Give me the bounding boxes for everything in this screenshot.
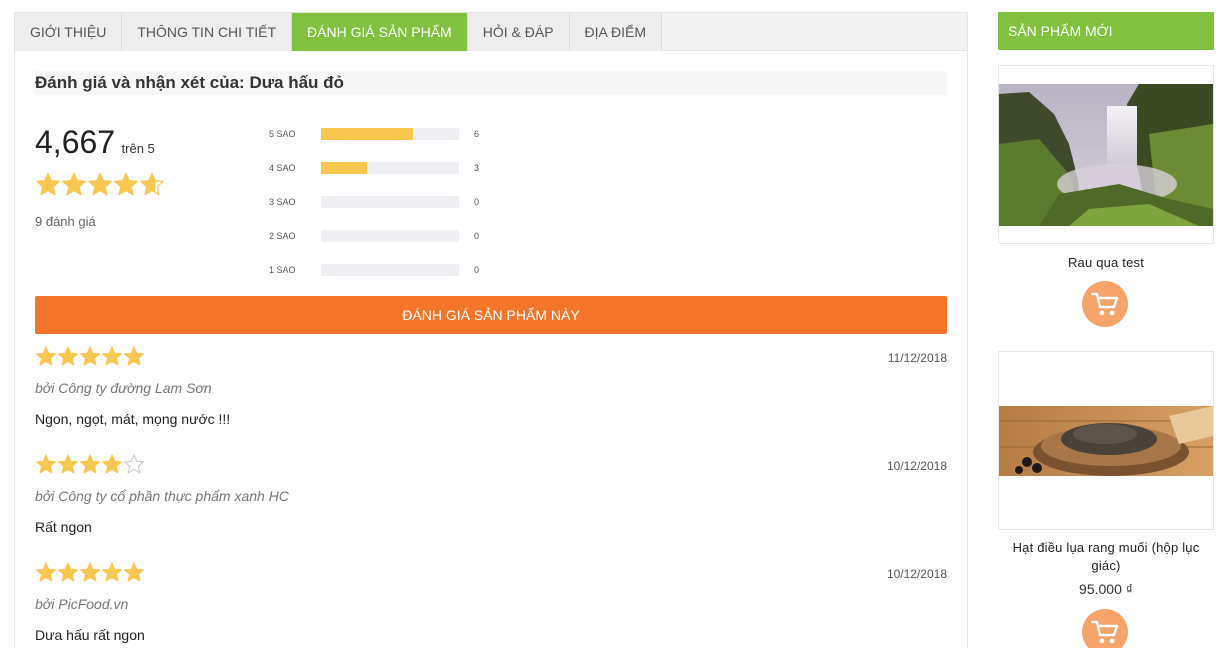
star-filled-icon	[102, 562, 122, 582]
distribution-fill	[321, 128, 414, 140]
distribution-label: 2 SAO	[269, 231, 296, 241]
review-text: Ngon, ngọt, mát, mọng nước !!!	[35, 411, 231, 427]
distribution-count: 3	[474, 163, 480, 173]
review-content: Đánh giá và nhận xét của: Dưa hấu đỏ 4,6…	[14, 51, 968, 648]
review-stars	[35, 453, 145, 475]
star-filled-icon	[88, 172, 112, 196]
review-count: 9 đánh giá	[35, 214, 96, 229]
star-filled-icon	[58, 454, 78, 474]
rate-product-button[interactable]: ĐÁNH GIÁ SẢN PHẨM NÀY	[35, 296, 947, 334]
star-filled-icon	[36, 346, 56, 366]
review-author: bởi Công ty cổ phần thực phẩm xanh HC	[35, 488, 289, 504]
average-score: 4,667	[35, 124, 116, 160]
product-thumbnail[interactable]	[998, 65, 1214, 244]
product-name[interactable]: Rau qua test	[998, 254, 1214, 272]
review-section-title: Đánh giá và nhận xét của: Dưa hấu đỏ	[35, 71, 947, 95]
average-rating: 4,667 trên 5	[35, 124, 155, 161]
star-filled-icon	[36, 454, 56, 474]
distribution-count: 0	[474, 197, 480, 207]
tab-gioi-thieu[interactable]: GIỚI THIỆU	[15, 13, 123, 51]
tab-danh-gia-san-pham[interactable]: ĐÁNH GIÁ SẢN PHẨM	[292, 13, 468, 51]
star-filled-icon	[36, 172, 60, 196]
star-filled-icon	[80, 454, 100, 474]
cart-icon	[1091, 620, 1119, 644]
star-empty-icon	[124, 454, 144, 474]
cart-icon	[1091, 292, 1119, 316]
star-filled-icon	[62, 172, 86, 196]
distribution-bar	[321, 196, 459, 208]
add-to-cart-button[interactable]	[1082, 281, 1128, 327]
distribution-label: 3 SAO	[269, 197, 296, 207]
distribution-count: 0	[474, 231, 480, 241]
sidebar-title: SẢN PHẨM MỚI	[998, 12, 1214, 50]
review-text: Rất ngon	[35, 519, 92, 535]
review-text: Dưa hấu rất ngon	[35, 627, 145, 643]
product-detail-panel: GIỚI THIỆU THÔNG TIN CHI TIẾT ĐÁNH GIÁ S…	[14, 12, 968, 648]
product-name[interactable]: Hạt điều lụa rang muối (hộp lục giác)	[998, 539, 1214, 575]
star-filled-icon	[124, 346, 144, 366]
distribution-bar	[321, 128, 459, 140]
review-date: 11/12/2018	[887, 351, 947, 365]
star-filled-icon	[80, 562, 100, 582]
review-date: 10/12/2018	[886, 567, 947, 581]
review-author: bởi PicFood.vn	[35, 596, 129, 612]
distribution-count: 6	[474, 129, 480, 139]
star-filled-icon	[36, 562, 56, 582]
review-date: 10/12/2018	[886, 459, 947, 473]
distribution-bar	[321, 264, 459, 276]
product-tabs: GIỚI THIỆU THÔNG TIN CHI TIẾT ĐÁNH GIÁ S…	[14, 12, 968, 51]
star-filled-icon	[114, 172, 138, 196]
tab-thong-tin-chi-tiet[interactable]: THÔNG TIN CHI TIẾT	[122, 13, 293, 51]
distribution-label: 1 SAO	[269, 265, 296, 275]
star-filled-icon	[102, 454, 122, 474]
average-stars	[35, 171, 165, 197]
product-price: 95.000 ₫	[1079, 581, 1133, 597]
pepper-powder-image	[999, 406, 1213, 476]
star-filled-icon	[58, 562, 78, 582]
review-stars	[35, 345, 145, 367]
product-thumbnail[interactable]	[998, 351, 1214, 530]
star-filled-icon	[124, 562, 144, 582]
star-filled-icon	[102, 346, 122, 366]
review-author: bởi Công ty đường Lam Sơn	[35, 380, 212, 396]
star-filled-icon	[58, 346, 78, 366]
star-half-icon	[140, 172, 164, 196]
review-stars	[35, 561, 145, 583]
waterfall-image	[999, 84, 1213, 226]
average-out-of: trên 5	[121, 141, 155, 156]
tab-hoi-dap[interactable]: HỎI & ĐÁP	[467, 13, 570, 51]
add-to-cart-button[interactable]	[1082, 609, 1128, 648]
distribution-bar	[321, 162, 459, 174]
new-products-sidebar: SẢN PHẨM MỚI Rau qua test Hạt điều lụa r…	[998, 12, 1214, 648]
distribution-count: 0	[474, 265, 480, 275]
distribution-label: 4 SAO	[269, 163, 296, 173]
distribution-label: 5 SAO	[269, 129, 296, 139]
tab-dia-diem[interactable]: ĐỊA ĐIỂM	[569, 13, 662, 51]
star-filled-icon	[80, 346, 100, 366]
distribution-bar	[321, 230, 459, 242]
distribution-fill	[321, 162, 367, 174]
